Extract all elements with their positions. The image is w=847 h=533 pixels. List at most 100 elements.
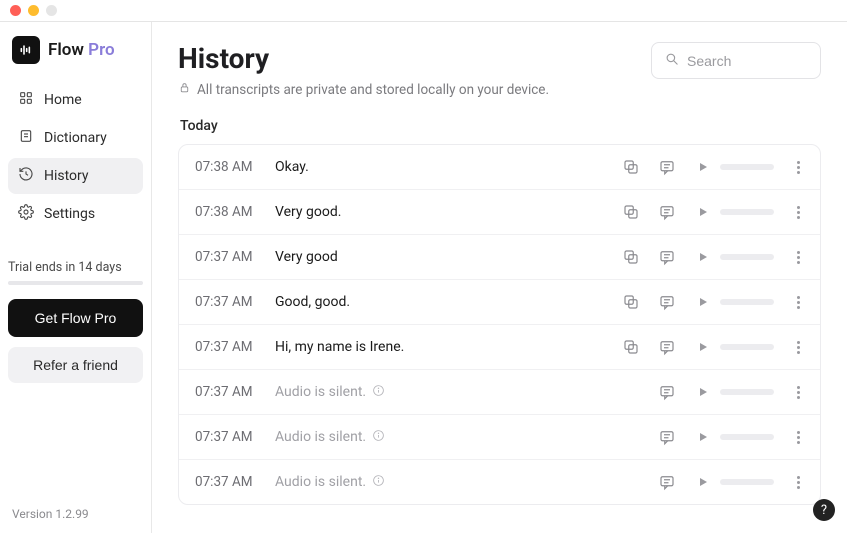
copy-button[interactable] [622,158,640,176]
transcript-text: Audio is silent. [275,429,658,446]
privacy-note: All transcripts are private and stored l… [178,81,549,98]
sidebar-item-label: History [44,168,89,184]
sidebar: Flow Pro Home Dictionary History Settings T… [0,22,152,533]
more-button[interactable] [792,251,804,264]
brand: Flow Pro [8,34,143,78]
transcript-row: 07:38 AM Okay. [179,145,820,190]
more-button[interactable] [792,296,804,309]
more-button[interactable] [792,161,804,174]
section-label-today: Today [178,118,821,134]
note-button[interactable] [658,428,676,446]
nav: Home Dictionary History Settings [8,82,143,232]
more-button[interactable] [792,206,804,219]
transcript-row: 07:37 AM Very good [179,235,820,280]
note-button[interactable] [658,203,676,221]
info-icon[interactable] [372,474,385,491]
note-button[interactable] [658,248,676,266]
play-icon [694,338,712,356]
play-control[interactable] [694,158,774,176]
play-icon [694,248,712,266]
sidebar-item-dictionary[interactable]: Dictionary [8,120,143,156]
play-control[interactable] [694,203,774,221]
sidebar-item-label: Dictionary [44,130,107,146]
play-icon [694,473,712,491]
sidebar-item-settings[interactable]: Settings [8,196,143,232]
transcript-time: 07:37 AM [195,249,275,265]
transcript-text: Audio is silent. [275,474,658,491]
waveform [720,389,774,395]
get-pro-button[interactable]: Get Flow Pro [8,299,143,337]
note-button[interactable] [658,383,676,401]
lock-icon [178,81,191,98]
waveform [720,344,774,350]
play-control[interactable] [694,473,774,491]
transcript-time: 07:37 AM [195,384,275,400]
transcript-time: 07:38 AM [195,159,275,175]
copy-button[interactable] [622,293,640,311]
transcript-row: 07:37 AM Audio is silent. [179,370,820,415]
window-close-icon[interactable] [10,5,21,16]
copy-button[interactable] [622,203,640,221]
transcript-time: 07:38 AM [195,204,275,220]
search-field[interactable] [651,42,821,79]
play-icon [694,293,712,311]
waveform [720,254,774,260]
window-minimize-icon[interactable] [28,5,39,16]
transcript-row: 07:37 AM Good, good. [179,280,820,325]
help-button[interactable]: ? [813,499,835,521]
brand-name: Flow Pro [48,40,115,60]
search-input[interactable] [687,53,808,69]
settings-icon [18,204,34,224]
transcript-text: Good, good. [275,294,622,310]
home-icon [18,90,34,110]
transcript-text: Very good. [275,204,622,220]
transcript-time: 07:37 AM [195,474,275,490]
more-button[interactable] [792,386,804,399]
copy-button[interactable] [622,248,640,266]
waveform [720,479,774,485]
more-button[interactable] [792,341,804,354]
transcript-text: Very good [275,249,622,265]
note-button[interactable] [658,338,676,356]
sidebar-item-label: Home [44,92,82,108]
transcript-row: 07:37 AM Audio is silent. [179,460,820,504]
transcript-text: Audio is silent. [275,384,658,401]
sidebar-item-history[interactable]: History [8,158,143,194]
note-button[interactable] [658,158,676,176]
waveform [720,299,774,305]
play-control[interactable] [694,428,774,446]
more-button[interactable] [792,476,804,489]
transcript-row: 07:37 AM Hi, my name is Irene. [179,325,820,370]
play-control[interactable] [694,383,774,401]
sidebar-item-label: Settings [44,206,95,222]
dictionary-icon [18,128,34,148]
history-icon [18,166,34,186]
play-control[interactable] [694,293,774,311]
play-icon [694,428,712,446]
more-button[interactable] [792,431,804,444]
window-zoom-icon[interactable] [46,5,57,16]
main-content: History All transcripts are private and … [152,22,847,533]
sidebar-item-home[interactable]: Home [8,82,143,118]
page-title: History [178,42,549,75]
waveform [720,434,774,440]
note-button[interactable] [658,293,676,311]
transcript-time: 07:37 AM [195,294,275,310]
play-icon [694,203,712,221]
play-control[interactable] [694,248,774,266]
play-icon [694,158,712,176]
refer-friend-button[interactable]: Refer a friend [8,347,143,383]
play-control[interactable] [694,338,774,356]
version-label: Version 1.2.99 [8,507,143,523]
waveform [720,209,774,215]
trial-progress-bar [8,281,143,285]
info-icon[interactable] [372,429,385,446]
transcript-row: 07:37 AM Audio is silent. [179,415,820,460]
transcript-list: 07:38 AM Okay. 07:38 AM Very good. 07:37… [178,144,821,505]
copy-button[interactable] [622,338,640,356]
info-icon[interactable] [372,384,385,401]
trial-status: Trial ends in 14 days [8,260,143,285]
note-button[interactable] [658,473,676,491]
search-icon [664,51,679,70]
play-icon [694,383,712,401]
